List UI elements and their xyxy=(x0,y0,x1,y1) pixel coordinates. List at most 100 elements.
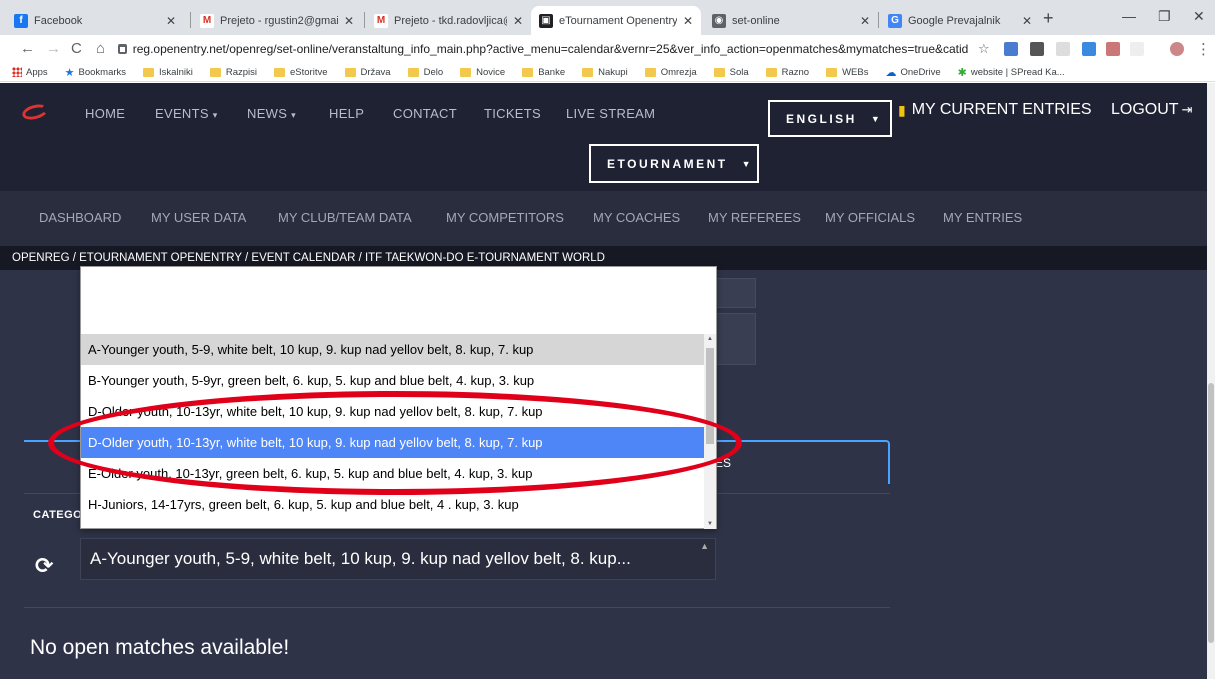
dropdown-search-input[interactable] xyxy=(81,267,704,334)
folder-icon xyxy=(209,67,221,77)
reload-icon[interactable]: C xyxy=(71,40,82,57)
close-tab-icon[interactable]: ✕ xyxy=(344,14,354,28)
background-panel xyxy=(716,278,756,308)
dropdown-option[interactable]: H-Juniors, 14-17yrs, green belt, 6. kup,… xyxy=(81,489,704,520)
dropdown-option-selected[interactable]: D-Older youth, 10-13yr, white belt, 10 k… xyxy=(81,427,704,458)
dropdown-option[interactable]: E-Older youth, 10-13yr, green belt, 6. k… xyxy=(81,458,704,489)
extension-icon[interactable] xyxy=(1056,42,1070,56)
menu-icon[interactable]: ⋮ xyxy=(1196,40,1211,58)
scroll-thumb[interactable] xyxy=(706,348,714,444)
nav-tickets[interactable]: TICKETS xyxy=(484,106,541,121)
bookmark-website[interactable]: ✱ website | SPread Ka... xyxy=(958,66,1065,79)
folder-icon xyxy=(274,67,285,77)
divider xyxy=(24,607,890,608)
browser-tab-title: Prejeto - tkd.radovljica@gmail xyxy=(394,14,507,27)
dropdown-option[interactable]: A-Younger youth, 5-9, white belt, 10 kup… xyxy=(81,334,704,365)
extension-icon[interactable] xyxy=(1082,42,1096,56)
nav-help[interactable]: HELP xyxy=(329,106,364,121)
nav-live-stream[interactable]: LIVE STREAM xyxy=(566,106,655,121)
bookmark-folder[interactable]: Nakupi xyxy=(582,67,628,78)
subnav-my-club-team-data[interactable]: MY CLUB/TEAM DATA xyxy=(278,210,412,225)
bookmark-folder[interactable]: WEBs xyxy=(826,67,868,78)
bookmark-bookmarks[interactable]: ★ Bookmarks xyxy=(65,66,126,79)
bookmark-folder[interactable]: Omrezja xyxy=(644,67,697,78)
category-select[interactable]: A-Younger youth, 5-9, white belt, 10 kup… xyxy=(80,538,716,580)
scroll-up-icon[interactable]: ▲ xyxy=(707,336,713,342)
browser-tab[interactable]: M Prejeto - rgustin2@gmail.com ✕ xyxy=(192,6,362,35)
browser-tab[interactable]: M Prejeto - tkd.radovljica@gmail ✕ xyxy=(366,6,531,35)
dropdown-option[interactable]: D-Older youth, 10-13yr, white belt, 10 k… xyxy=(81,396,704,427)
url-bar[interactable]: reg.openentry.net/openreg/set-online/ver… xyxy=(118,38,968,60)
nav-events[interactable]: EVENTS ▾ xyxy=(155,106,218,121)
site-logo-icon[interactable] xyxy=(20,101,50,123)
folder-icon xyxy=(522,67,534,77)
folder-icon xyxy=(344,67,356,77)
bookmark-folder[interactable]: Razpisi xyxy=(209,67,257,78)
logout-link[interactable]: LOGOUT ⇥ xyxy=(1111,101,1192,119)
folder-icon xyxy=(407,67,419,77)
bookmark-folder[interactable]: Delo xyxy=(407,67,443,78)
tab-label[interactable]: ES xyxy=(715,456,731,470)
etournament-select[interactable]: ETOURNAMENT ▼ xyxy=(589,144,759,183)
new-tab-button[interactable]: + xyxy=(1043,8,1054,29)
back-icon[interactable]: ← xyxy=(20,40,35,57)
bookmark-folder[interactable]: Razno xyxy=(765,67,809,78)
subnav-my-entries[interactable]: MY ENTRIES xyxy=(943,210,1022,225)
subnav-my-user-data[interactable]: MY USER DATA xyxy=(151,210,246,225)
address-bar-row: ← → C ⌂ reg.openentry.net/openreg/set-on… xyxy=(0,35,1215,63)
nav-news[interactable]: NEWS ▾ xyxy=(247,106,296,121)
bookmark-apps[interactable]: Apps xyxy=(12,67,48,78)
bookmark-star-icon[interactable]: ☆ xyxy=(978,41,990,57)
browser-tab[interactable]: ◉ set-online ✕ xyxy=(704,6,878,35)
bookmark-folder[interactable]: Banke xyxy=(522,67,565,78)
extension-icon[interactable] xyxy=(1030,42,1044,56)
dropdown-scrollbar[interactable]: ▲ ▼ xyxy=(704,334,716,529)
bookmark-folder[interactable]: Država xyxy=(344,67,391,78)
close-tab-icon[interactable]: ✕ xyxy=(860,14,870,28)
my-current-entries-link[interactable]: ▮ MY CURRENT ENTRIES xyxy=(898,101,1092,119)
profile-avatar[interactable] xyxy=(1170,42,1184,56)
gmail-icon: M xyxy=(374,13,388,28)
browser-tab[interactable]: f Facebook ✕ xyxy=(6,6,184,35)
dropdown-options: A-Younger youth, 5-9, white belt, 10 kup… xyxy=(81,334,704,520)
top-navigation: HOME EVENTS ▾ NEWS ▾ HELP CONTACT TICKET… xyxy=(0,83,1207,191)
close-tab-icon[interactable]: ✕ xyxy=(683,14,693,28)
no-matches-message: No open matches available! xyxy=(30,636,290,659)
extension-icon[interactable] xyxy=(1130,42,1144,56)
nav-home[interactable]: HOME xyxy=(85,106,125,121)
browser-tab-active[interactable]: ▣ eTournament Openentry: ITF ✕ xyxy=(531,6,701,35)
scroll-down-icon[interactable]: ▼ xyxy=(707,521,713,527)
subnav-dashboard[interactable]: DASHBOARD xyxy=(39,210,121,225)
page-scrollbar[interactable] xyxy=(1207,83,1215,679)
bookmark-onedrive[interactable]: ☁ OneDrive xyxy=(885,66,940,79)
globe-icon: ◉ xyxy=(712,13,726,28)
refresh-icon[interactable]: ⟳ xyxy=(35,553,53,579)
extension-icon[interactable] xyxy=(1106,42,1120,56)
close-tab-icon[interactable]: ✕ xyxy=(166,14,176,28)
dropdown-option[interactable]: B-Younger youth, 5-9yr, green belt, 6. k… xyxy=(81,365,704,396)
bookmark-folder[interactable]: Novice xyxy=(460,67,505,78)
scroll-thumb[interactable] xyxy=(1208,383,1214,643)
apps-icon xyxy=(12,67,22,77)
close-tab-icon[interactable]: ✕ xyxy=(1022,14,1032,28)
nav-contact[interactable]: CONTACT xyxy=(393,106,457,121)
caret-down-icon: ▼ xyxy=(741,158,754,169)
bookmark-folder[interactable]: Sola xyxy=(713,67,749,78)
subnav-my-coaches[interactable]: MY COACHES xyxy=(593,210,680,225)
home-icon[interactable]: ⌂ xyxy=(96,40,105,57)
subnav-my-officials[interactable]: MY OFFICIALS xyxy=(825,210,915,225)
extension-icon[interactable] xyxy=(1004,42,1018,56)
browser-tab[interactable]: G Google Prevajalnik ✕ xyxy=(880,6,1040,35)
subnav-my-competitors[interactable]: MY COMPETITORS xyxy=(446,210,564,225)
close-tab-icon[interactable]: ✕ xyxy=(513,14,523,28)
gmail-icon: M xyxy=(200,13,214,28)
subnav-my-referees[interactable]: MY REFEREES xyxy=(708,210,801,225)
url-text[interactable]: reg.openentry.net/openreg/set-online/ver… xyxy=(133,42,968,56)
bookmark-folder[interactable]: Iskalniki xyxy=(143,67,193,78)
minimize-icon[interactable]: — xyxy=(1122,8,1136,24)
forward-icon[interactable]: → xyxy=(46,40,61,57)
close-window-icon[interactable]: ✕ xyxy=(1193,8,1205,25)
language-select[interactable]: ENGLISH ▼ xyxy=(768,100,892,137)
restore-icon[interactable]: ❐ xyxy=(1158,8,1171,25)
bookmark-folder[interactable]: eStoritve xyxy=(274,67,328,78)
